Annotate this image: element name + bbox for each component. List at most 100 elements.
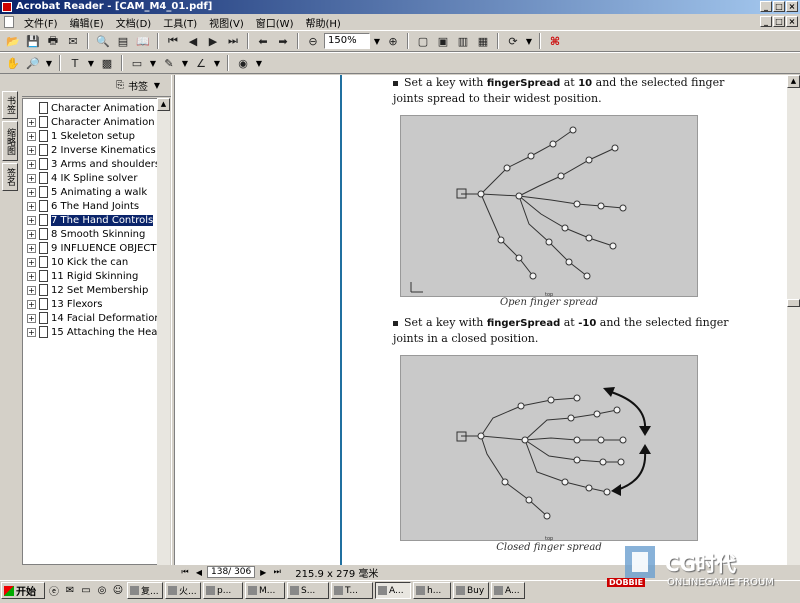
- bookmark-item[interactable]: Character Animation 4.: [27, 101, 167, 115]
- outlook-icon[interactable]: ✉: [63, 584, 77, 598]
- bookmarks-menu-button[interactable]: 书签: [128, 78, 148, 93]
- taskbar-item[interactable]: S...: [287, 582, 329, 599]
- text-select-dropdown-icon[interactable]: ▼: [86, 59, 96, 68]
- note-dropdown-icon[interactable]: ▼: [148, 59, 158, 68]
- rotate-icon[interactable]: ⟳: [504, 32, 522, 50]
- desktop-icon[interactable]: ▭: [79, 584, 93, 598]
- bookmark-item[interactable]: +6 The Hand Joints: [27, 199, 139, 213]
- actual-size-icon[interactable]: ▢: [414, 32, 432, 50]
- bookmark-options-icon[interactable]: ⎘: [116, 80, 124, 91]
- acrobat-online-icon[interactable]: ⌘: [546, 32, 564, 50]
- highlight-dropdown-icon[interactable]: ▼: [212, 59, 222, 68]
- taskbar-item[interactable]: A...: [491, 582, 525, 599]
- zoom-out-icon[interactable]: ⊖: [304, 32, 322, 50]
- open-icon[interactable]: 📂: [4, 32, 22, 50]
- media-icon[interactable]: ◎: [95, 584, 109, 598]
- bookmark-label[interactable]: 4 IK Spline solver: [51, 173, 137, 184]
- expand-plus-icon[interactable]: +: [27, 257, 36, 267]
- doc-close-button[interactable]: ×: [786, 16, 798, 27]
- menu-document[interactable]: 文档(D): [110, 15, 158, 30]
- bookmark-item[interactable]: +9 INFLUENCE OBJECTS: [27, 241, 163, 255]
- bookmark-label[interactable]: 8 Smooth Skinning: [51, 229, 145, 240]
- bookmarks-panel[interactable]: Character Animation 4. + Character Animati…: [22, 98, 170, 565]
- bookmark-label[interactable]: 3 Arms and shoulders: [51, 159, 160, 170]
- show-hide-nav-icon[interactable]: ▤: [114, 32, 132, 50]
- bookmark-label[interactable]: 9 INFLUENCE OBJECTS: [51, 243, 163, 254]
- highlight-tool-icon[interactable]: ∠: [192, 54, 210, 72]
- tab-signatures[interactable]: 签名: [2, 163, 18, 191]
- bookmark-item[interactable]: +3 Arms and shoulders: [27, 157, 160, 171]
- fit-page-icon[interactable]: ▣: [434, 32, 452, 50]
- bookmarks-menu-dropdown-icon[interactable]: ▼: [152, 81, 162, 90]
- zoom-dropdown-icon[interactable]: ▼: [372, 37, 382, 46]
- expand-plus-icon[interactable]: +: [27, 159, 36, 169]
- menu-file[interactable]: 文件(F): [18, 15, 64, 30]
- tab-thumbnails[interactable]: 缩略图: [2, 121, 18, 161]
- bookmark-label[interactable]: 2 Inverse Kinematics: [51, 145, 156, 156]
- taskbar-item[interactable]: 复...: [127, 582, 163, 599]
- next-page-icon[interactable]: ▶: [204, 32, 222, 50]
- back-icon[interactable]: ⬅: [254, 32, 272, 50]
- start-button[interactable]: 开始: [1, 582, 45, 599]
- document-scrollbar[interactable]: ▲: [787, 75, 800, 565]
- bookmark-item[interactable]: +10 Kick the can: [27, 255, 128, 269]
- first-page-icon[interactable]: ⏮: [164, 32, 182, 50]
- ie-icon[interactable]: ⓔ: [47, 584, 61, 598]
- document-view[interactable]: Set a key with fingerSpread at 10 and th…: [175, 75, 787, 565]
- save-icon[interactable]: 💾: [24, 32, 42, 50]
- text-select-icon[interactable]: T: [66, 54, 84, 72]
- expand-plus-icon[interactable]: +: [27, 187, 36, 197]
- bookmark-item[interactable]: +4 IK Spline solver: [27, 171, 137, 185]
- bookmark-label[interactable]: 13 Flexors: [51, 299, 102, 310]
- doc-restore-button[interactable]: □: [773, 16, 785, 27]
- expand-plus-icon[interactable]: +: [27, 313, 36, 323]
- expand-plus-icon[interactable]: +: [27, 327, 36, 337]
- bookmark-item[interactable]: + Character Animation: [27, 115, 155, 129]
- snapshot-icon[interactable]: ▩: [98, 54, 116, 72]
- zoom-in-icon[interactable]: ⊕: [384, 32, 402, 50]
- hand-tool-icon[interactable]: ✋: [4, 54, 22, 72]
- expand-plus-icon[interactable]: +: [27, 299, 36, 309]
- bookmark-item[interactable]: +5 Animating a walk: [27, 185, 147, 199]
- document-icon[interactable]: [4, 16, 14, 28]
- taskbar-item[interactable]: T...: [331, 582, 373, 599]
- signature-icon[interactable]: ◉: [234, 54, 252, 72]
- bookmark-item[interactable]: +15 Attaching the Head: [27, 325, 164, 339]
- menu-view[interactable]: 视图(V): [203, 15, 250, 30]
- bookmarks-scrollbar[interactable]: ▲: [157, 98, 170, 565]
- search-icon[interactable]: 🔍: [94, 32, 112, 50]
- fit-width-icon[interactable]: ▥: [454, 32, 472, 50]
- bookmark-item[interactable]: +8 Smooth Skinning: [27, 227, 145, 241]
- bookmark-label[interactable]: 10 Kick the can: [51, 257, 128, 268]
- expand-plus-icon[interactable]: +: [27, 229, 36, 239]
- previous-page-icon[interactable]: ◀: [184, 32, 202, 50]
- expand-plus-icon[interactable]: +: [27, 117, 36, 127]
- expand-plus-icon[interactable]: +: [27, 201, 36, 211]
- tab-bookmarks[interactable]: 书签: [2, 91, 18, 119]
- taskbar-item[interactable]: 火...: [165, 582, 201, 599]
- expand-plus-icon[interactable]: +: [27, 145, 36, 155]
- window-title-bar[interactable]: Acrobat Reader - [CAM_M4_01.pdf] _ □ ×: [0, 0, 800, 14]
- print-icon[interactable]: 🖶: [44, 32, 62, 50]
- expand-plus-icon[interactable]: +: [27, 131, 36, 141]
- bookmark-label[interactable]: 14 Facial Deformation: [51, 313, 161, 324]
- pencil-tool-icon[interactable]: ✎: [160, 54, 178, 72]
- pencil-dropdown-icon[interactable]: ▼: [180, 59, 190, 68]
- bookmark-label[interactable]: 6 The Hand Joints: [51, 201, 139, 212]
- bookmark-label[interactable]: 12 Set Membership: [51, 285, 148, 296]
- bookmark-label[interactable]: 11 Rigid Skinning: [51, 271, 138, 282]
- bookmark-item[interactable]: +2 Inverse Kinematics: [27, 143, 156, 157]
- taskbar-item[interactable]: A...: [375, 582, 411, 599]
- menu-edit[interactable]: 编辑(E): [64, 15, 110, 30]
- email-icon[interactable]: ✉: [64, 32, 82, 50]
- bookmark-label[interactable]: 7 The Hand Controls: [49, 213, 155, 227]
- doc-scroll-up-icon[interactable]: ▲: [787, 75, 800, 88]
- bookmark-item[interactable]: +7 The Hand Controls: [27, 213, 155, 227]
- reflow-icon[interactable]: ▦: [474, 32, 492, 50]
- minimize-button[interactable]: _: [760, 1, 772, 12]
- bookmark-label[interactable]: 5 Animating a walk: [51, 187, 147, 198]
- taskbar-item[interactable]: M...: [245, 582, 285, 599]
- bookmark-item[interactable]: +14 Facial Deformation: [27, 311, 161, 325]
- restore-button[interactable]: □: [773, 1, 785, 12]
- doc-scroll-thumb[interactable]: [787, 299, 800, 307]
